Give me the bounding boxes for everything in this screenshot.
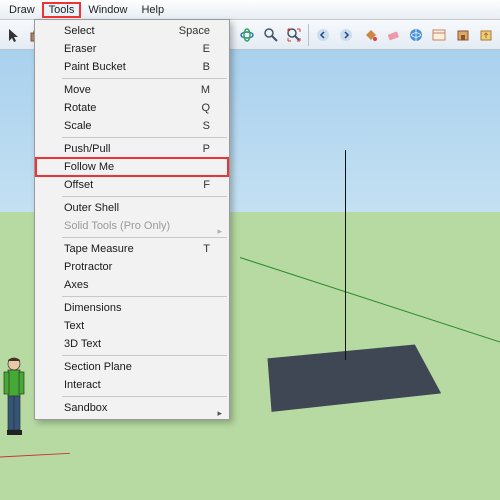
menu-item-solid-tools-pro-only-: Solid Tools (Pro Only)	[36, 217, 228, 235]
menu-item-outer-shell[interactable]: Outer Shell	[36, 199, 228, 217]
next-view-icon[interactable]	[335, 23, 357, 47]
tools-dropdown-menu: Select Space Eraser E Paint Bucket B Move M Rota…	[34, 19, 230, 420]
menu-tools[interactable]: Tools	[42, 2, 82, 18]
menu-item-label: Interact	[64, 379, 101, 391]
menu-item-rotate[interactable]: Rotate Q	[36, 99, 228, 117]
menu-item-label: Paint Bucket	[64, 61, 126, 73]
layers-icon[interactable]	[428, 23, 450, 47]
menu-item-select[interactable]: Select Space	[36, 22, 228, 40]
menu-item-move[interactable]: Move M	[36, 81, 228, 99]
menu-separator	[62, 296, 227, 297]
menu-item-shortcut: T	[203, 243, 210, 255]
menu-item-paint-bucket[interactable]: Paint Bucket B	[36, 58, 228, 76]
menu-item-section-plane[interactable]: Section Plane	[36, 358, 228, 376]
menu-item-follow-me[interactable]: Follow Me	[36, 158, 228, 176]
menu-item-label: 3D Text	[64, 338, 101, 350]
menu-item-shortcut: Space	[179, 25, 210, 37]
menu-item-label: Move	[64, 84, 91, 96]
select-arrow-icon[interactable]	[3, 23, 25, 47]
menu-item-label: Text	[64, 320, 84, 332]
menu-item-shortcut: Q	[201, 102, 210, 114]
menu-item-interact[interactable]: Interact	[36, 376, 228, 394]
scale-figure-icon[interactable]	[0, 355, 28, 445]
menu-item-text[interactable]: Text	[36, 317, 228, 335]
axis-blue	[345, 150, 346, 360]
menu-window[interactable]: Window	[81, 2, 134, 18]
orbit-icon[interactable]	[236, 23, 258, 47]
menu-draw[interactable]: Draw	[2, 2, 42, 18]
menu-separator	[62, 78, 227, 79]
menu-separator	[62, 137, 227, 138]
menu-item-shortcut: F	[203, 179, 210, 191]
paint-bucket-icon[interactable]	[358, 23, 380, 47]
menu-item-shortcut: E	[203, 43, 210, 55]
menu-item-shortcut: P	[203, 143, 210, 155]
menu-help[interactable]: Help	[134, 2, 171, 18]
publish-icon[interactable]	[475, 23, 497, 47]
menu-separator	[62, 355, 227, 356]
menu-item-label: Select	[64, 25, 95, 37]
zoom-extents-icon[interactable]	[283, 23, 305, 47]
menu-item-label: Outer Shell	[64, 202, 119, 214]
menu-item-label: Eraser	[64, 43, 96, 55]
menu-item-label: Protractor	[64, 261, 112, 273]
menu-item-shortcut: M	[201, 84, 210, 96]
menu-item-label: Rotate	[64, 102, 96, 114]
menu-item-label: Sandbox	[64, 402, 107, 414]
menu-item-label: Tape Measure	[64, 243, 134, 255]
warehouse-icon[interactable]	[451, 23, 473, 47]
toolbar-separator	[308, 24, 309, 46]
menu-item-offset[interactable]: Offset F	[36, 176, 228, 194]
menu-separator	[62, 396, 227, 397]
add-location-icon[interactable]	[405, 23, 427, 47]
menu-item-label: Follow Me	[64, 161, 114, 173]
menu-item-axes[interactable]: Axes	[36, 276, 228, 294]
menu-item-protractor[interactable]: Protractor	[36, 258, 228, 276]
menu-item-sandbox[interactable]: Sandbox	[36, 399, 228, 417]
menu-item-label: Section Plane	[64, 361, 132, 373]
menu-item-label: Push/Pull	[64, 143, 110, 155]
menu-item-label: Axes	[64, 279, 88, 291]
menu-item-label: Dimensions	[64, 302, 121, 314]
menu-item-dimensions[interactable]: Dimensions	[36, 299, 228, 317]
menu-item-eraser[interactable]: Eraser E	[36, 40, 228, 58]
menu-item-shortcut: B	[203, 61, 210, 73]
menu-item-label: Offset	[64, 179, 93, 191]
menubar: Draw Tools Window Help	[0, 0, 500, 20]
menu-item-scale[interactable]: Scale S	[36, 117, 228, 135]
menu-item-3d-text[interactable]: 3D Text	[36, 335, 228, 353]
prev-view-icon[interactable]	[312, 23, 334, 47]
menu-item-label: Solid Tools (Pro Only)	[64, 220, 170, 232]
eraser-icon[interactable]	[382, 23, 404, 47]
zoom-icon[interactable]	[259, 23, 281, 47]
menu-item-shortcut: S	[203, 120, 210, 132]
menu-separator	[62, 237, 227, 238]
menu-item-label: Scale	[64, 120, 92, 132]
menu-separator	[62, 196, 227, 197]
menu-item-push-pull[interactable]: Push/Pull P	[36, 140, 228, 158]
menu-item-tape-measure[interactable]: Tape Measure T	[36, 240, 228, 258]
